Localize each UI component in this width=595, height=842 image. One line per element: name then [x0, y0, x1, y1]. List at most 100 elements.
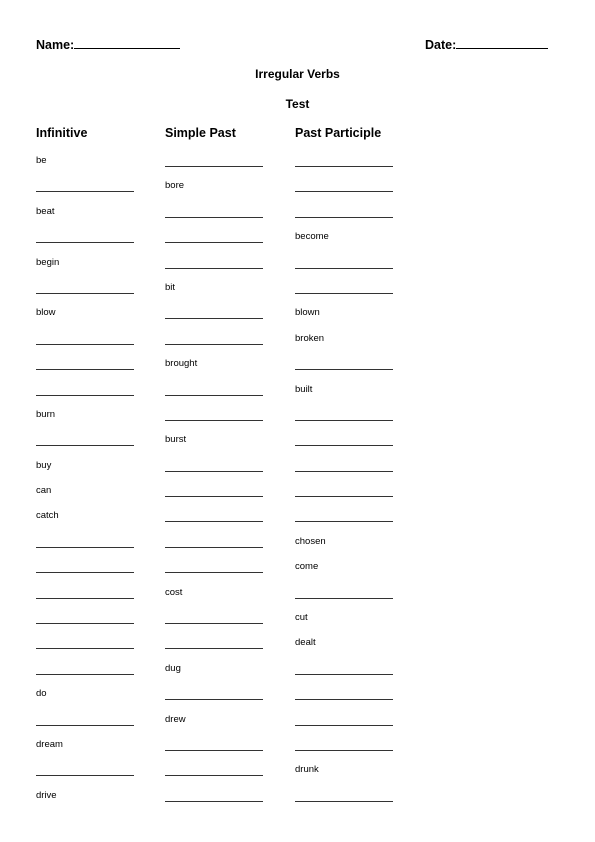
infinitive-answer-blank[interactable]: [36, 231, 134, 244]
infinitive-cell: can: [36, 485, 52, 497]
past-participle-answer-blank[interactable]: [295, 282, 393, 294]
simple-past-answer-blank[interactable]: [165, 307, 263, 320]
name-field[interactable]: Name:: [36, 37, 181, 52]
past-participle-answer-blank[interactable]: [295, 155, 393, 167]
column-header-past-participle: Past Participle: [295, 126, 382, 140]
infinitive-cell: drive: [36, 789, 57, 801]
infinitive-answer-blank[interactable]: [36, 663, 134, 675]
infinitive-answer-blank[interactable]: [36, 714, 134, 726]
past-participle-cell: chosen: [295, 535, 326, 547]
past-participle-answer-blank[interactable]: [295, 587, 393, 599]
table-row: burst: [0, 432, 595, 457]
simple-past-cell: bit: [165, 281, 176, 293]
past-participle-cell: drunk: [295, 764, 319, 776]
past-participle-cell: built: [295, 383, 313, 395]
table-row: blow blown: [0, 305, 595, 330]
past-participle-answer-blank[interactable]: [295, 257, 393, 269]
simple-past-answer-blank[interactable]: [165, 206, 263, 218]
past-participle-answer-blank[interactable]: [295, 714, 393, 726]
date-field[interactable]: Date:: [425, 37, 549, 52]
infinitive-answer-blank[interactable]: [36, 764, 134, 777]
table-row: come: [0, 559, 595, 584]
past-participle-answer-blank[interactable]: [295, 510, 393, 523]
name-blank-line[interactable]: [74, 37, 181, 49]
table-row: catch: [0, 508, 595, 533]
simple-past-cell: cost: [165, 586, 183, 598]
past-participle-cell: cut: [295, 612, 308, 624]
infinitive-answer-blank[interactable]: [36, 536, 134, 548]
past-participle-cell: dealt: [295, 637, 316, 649]
simple-past-answer-blank[interactable]: [165, 790, 263, 802]
table-row: dream: [0, 737, 595, 762]
infinitive-answer-blank[interactable]: [36, 637, 134, 650]
table-row: bit: [0, 280, 595, 305]
simple-past-cell: burst: [165, 434, 187, 446]
simple-past-answer-blank[interactable]: [165, 333, 263, 345]
infinitive-answer-blank[interactable]: [36, 282, 134, 294]
infinitive-cell: catch: [36, 510, 59, 522]
simple-past-answer-blank[interactable]: [165, 739, 263, 751]
column-header-simple-past: Simple Past: [165, 126, 236, 140]
past-participle-answer-blank[interactable]: [295, 206, 393, 218]
past-participle-answer-blank[interactable]: [295, 485, 393, 498]
simple-past-answer-blank[interactable]: [165, 612, 263, 625]
infinitive-answer-blank[interactable]: [36, 333, 134, 345]
simple-past-answer-blank[interactable]: [165, 384, 263, 396]
simple-past-answer-blank[interactable]: [165, 561, 263, 574]
past-participle-answer-blank[interactable]: [295, 358, 393, 371]
past-participle-cell: come: [295, 561, 319, 573]
simple-past-answer-blank[interactable]: [165, 231, 263, 244]
simple-past-answer-blank[interactable]: [165, 510, 263, 523]
past-participle-cell: broken: [295, 332, 325, 344]
simple-past-answer-blank[interactable]: [165, 155, 263, 167]
table-row: drive: [0, 788, 595, 813]
past-participle-answer-blank[interactable]: [295, 460, 393, 472]
table-row: can: [0, 483, 595, 508]
table-row: bore: [0, 178, 595, 203]
date-blank-line[interactable]: [456, 37, 549, 49]
table-row: brought: [0, 356, 595, 381]
table-row: burn: [0, 407, 595, 432]
table-row: dealt: [0, 635, 595, 660]
infinitive-answer-blank[interactable]: [36, 612, 134, 625]
infinitive-answer-blank[interactable]: [36, 384, 134, 396]
past-participle-answer-blank[interactable]: [295, 739, 393, 751]
table-row: built: [0, 382, 595, 407]
table-row: broken: [0, 331, 595, 356]
past-participle-answer-blank[interactable]: [295, 180, 393, 193]
simple-past-answer-blank[interactable]: [165, 257, 263, 269]
infinitive-answer-blank[interactable]: [36, 180, 134, 193]
simple-past-answer-blank[interactable]: [165, 485, 263, 498]
simple-past-answer-blank[interactable]: [165, 536, 263, 548]
column-header-infinitive: Infinitive: [36, 126, 88, 140]
simple-past-cell: bore: [165, 180, 185, 192]
table-row: beat: [0, 204, 595, 229]
verb-table: be bore beat become begin bit blow blown broken b…: [0, 153, 595, 813]
infinitive-cell: begin: [36, 256, 60, 268]
table-row: dug: [0, 661, 595, 686]
simple-past-answer-blank[interactable]: [165, 409, 263, 421]
past-participle-answer-blank[interactable]: [295, 790, 393, 802]
date-label: Date:: [425, 38, 457, 52]
infinitive-answer-blank[interactable]: [36, 587, 134, 599]
simple-past-answer-blank[interactable]: [165, 460, 263, 472]
table-row: drew: [0, 712, 595, 737]
simple-past-answer-blank[interactable]: [165, 688, 263, 701]
past-participle-answer-blank[interactable]: [295, 409, 393, 421]
simple-past-cell: brought: [165, 358, 198, 370]
infinitive-answer-blank[interactable]: [36, 561, 134, 574]
table-row: cost: [0, 585, 595, 610]
past-participle-answer-blank[interactable]: [295, 663, 393, 675]
table-row: become: [0, 229, 595, 254]
infinitive-cell: beat: [36, 205, 55, 217]
table-row: do: [0, 686, 595, 711]
infinitive-answer-blank[interactable]: [36, 434, 134, 447]
past-participle-answer-blank[interactable]: [295, 434, 393, 447]
simple-past-answer-blank[interactable]: [165, 764, 263, 777]
infinitive-answer-blank[interactable]: [36, 358, 134, 371]
table-row: drunk: [0, 762, 595, 787]
table-row: begin: [0, 255, 595, 280]
table-row: buy: [0, 458, 595, 483]
simple-past-answer-blank[interactable]: [165, 637, 263, 650]
past-participle-answer-blank[interactable]: [295, 688, 393, 701]
